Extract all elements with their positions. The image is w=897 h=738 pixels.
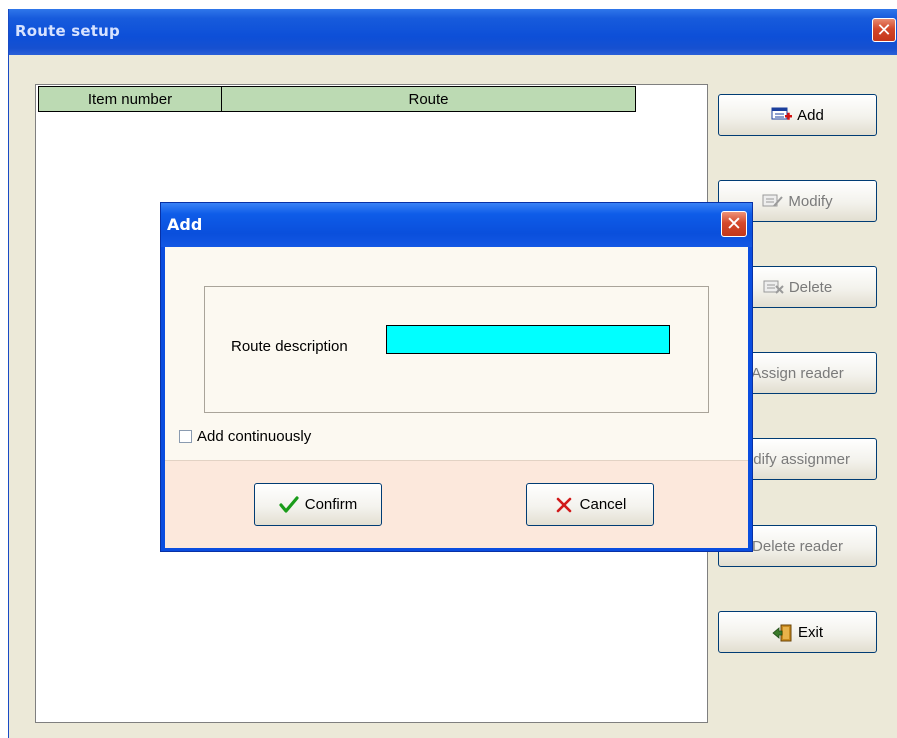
checkmark-icon [279,495,299,515]
add-continuously-label[interactable]: Add continuously [197,428,311,445]
window-close-button[interactable]: ✕ [872,18,896,42]
assign-reader-button-label: Assign reader [751,364,844,382]
grid-header: Item number Route [38,86,636,112]
add-continuously-checkbox[interactable] [179,430,192,443]
modify-button-label: Modify [788,192,833,210]
window-title: Route setup [15,22,120,40]
delete-record-icon [763,278,785,296]
add-button-label: Add [797,106,824,124]
confirm-button-label: Confirm [304,496,358,513]
column-header-route[interactable]: Route [222,87,635,111]
close-icon: ✕ [726,213,742,235]
dialog-title: Add [167,215,203,234]
route-description-label: Route description [231,338,348,355]
edit-record-icon [762,192,784,210]
window-titlebar[interactable]: Route setup ✕ [9,9,897,55]
delete-button-label: Delete [788,278,833,296]
delete-reader-button-label: Delete reader [752,537,843,555]
dialog-body: Route description Add continuously [165,247,748,460]
add-dialog: Add ✕ Route description Add continuously… [160,202,753,552]
add-button[interactable]: Add [718,94,877,136]
cancel-button-label: Cancel [579,496,627,513]
exit-button-label: Exit [797,623,823,641]
cancel-x-icon [554,495,574,515]
cancel-button[interactable]: Cancel [526,483,654,526]
dialog-close-button[interactable]: ✕ [721,211,747,237]
column-header-item-number[interactable]: Item number [39,87,222,111]
modify-assignment-button-label: odify assignmer [744,450,851,468]
route-fieldset: Route description [204,286,709,413]
exit-door-icon [772,623,794,642]
add-continuously-row[interactable]: Add continuously [179,428,311,445]
dialog-footer: Confirm Cancel [165,460,748,548]
add-record-icon [771,106,793,124]
route-description-input[interactable] [386,325,670,354]
close-icon: ✕ [876,19,892,41]
confirm-button[interactable]: Confirm [254,483,382,526]
exit-button[interactable]: Exit [718,611,877,653]
dialog-titlebar[interactable]: Add ✕ [161,203,752,247]
